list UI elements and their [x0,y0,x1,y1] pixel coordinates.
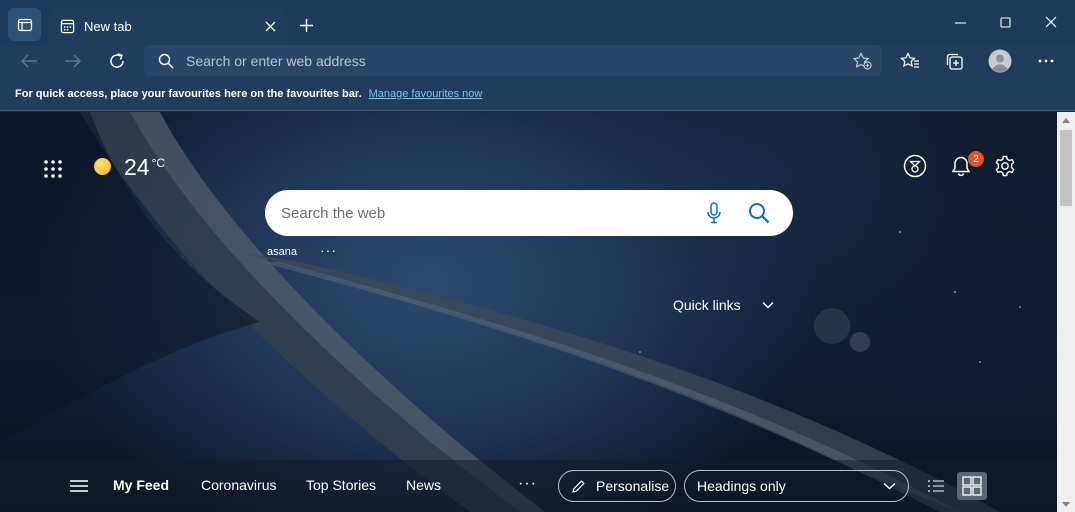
grid-view-icon [962,476,982,496]
weather-unit: °C [151,156,166,170]
back-icon [20,54,37,68]
window-close-button[interactable] [1034,8,1068,36]
hamburger-icon [70,480,88,492]
collections-button[interactable] [939,47,969,75]
profile-icon [988,49,1012,73]
favourites-button[interactable] [895,47,925,75]
tab-actions-button[interactable] [8,8,41,41]
top-sites-more-button[interactable]: ··· [320,242,337,258]
web-search-box[interactable]: Search the web [265,190,793,236]
add-favourite-button[interactable] [852,51,872,70]
weather-temperature: 24 [124,154,150,180]
newtab-page-icon [60,19,75,34]
more-icon [1038,59,1054,63]
close-tab-button[interactable] [262,19,278,35]
notification-count-badge: 2 [968,151,984,167]
feed-menu-button[interactable] [69,478,89,494]
web-search-placeholder: Search the web [281,204,386,222]
sun-icon [94,158,111,175]
weather-widget[interactable]: 24 °C [94,152,165,182]
grid-view-button[interactable] [957,472,987,500]
maximize-icon [999,16,1011,28]
scroll-down-arrow[interactable] [1057,496,1075,512]
list-view-button[interactable] [924,474,948,498]
collections-icon [946,53,963,70]
apps-launcher-button[interactable] [42,158,64,180]
quick-links-toggle[interactable]: Quick links [673,297,774,313]
quick-links-label: Quick links [673,297,741,313]
toolbar: Search or enter web address [0,45,1075,77]
tab-actions-icon [17,18,32,31]
personalise-label: Personalise [596,478,670,494]
apps-icon [44,160,62,178]
search-icon [749,203,770,224]
rewards-icon [903,154,927,178]
favourites-icon [900,52,919,68]
feed-tab-top-stories[interactable]: Top Stories [306,477,376,493]
plus-icon [299,18,313,32]
personalise-button[interactable]: Personalise [558,470,676,502]
refresh-icon [110,53,124,68]
search-icon [158,53,174,69]
search-submit-button[interactable] [747,201,771,225]
chevron-down-icon [883,482,896,490]
feed-tab-my-feed[interactable]: My Feed [113,477,169,493]
tab-title: New tab [84,19,132,34]
manage-favourites-link[interactable]: Manage favourites now [369,88,483,100]
content-layout-value: Headings only [697,478,786,494]
forward-button[interactable] [58,47,88,75]
new-tab-page: 24 °C 2 Search the web asana ··· Quick l… [0,112,1057,512]
voice-search-button[interactable] [702,201,726,225]
feed-tab-news[interactable]: News [406,477,441,493]
title-bar: New tab [0,0,1075,45]
list-view-icon [928,480,944,492]
scroll-up-arrow[interactable] [1057,112,1075,128]
feed-navigation-bar: My Feed Coronavirus Top Stories News ···… [0,460,1057,512]
microphone-icon [707,202,721,224]
rewards-button[interactable] [902,153,928,179]
window-close-icon [1045,16,1057,28]
page-scrollbar[interactable] [1057,112,1075,512]
profile-button[interactable] [985,47,1015,75]
forward-icon [65,54,82,68]
favourites-bar: For quick access, place your favourites … [0,77,1075,111]
close-icon [265,21,275,32]
feed-tab-coronavirus[interactable]: Coronavirus [201,477,276,493]
settings-and-more-button[interactable] [1031,47,1061,75]
chevron-down-icon [762,301,774,309]
tab-new-tab[interactable]: New tab [49,8,288,45]
top-site-asana[interactable]: asana [267,246,297,258]
gear-icon [995,155,1015,177]
address-placeholder: Search or enter web address [186,52,366,69]
address-bar[interactable]: Search or enter web address [144,45,882,76]
add-favourite-icon [852,51,872,70]
new-tab-button[interactable] [294,13,318,37]
scrollbar-thumb[interactable] [1060,130,1072,206]
minimize-button[interactable] [943,8,977,36]
maximize-button[interactable] [988,8,1022,36]
minimize-icon [954,21,966,24]
page-settings-button[interactable] [992,153,1018,179]
refresh-button[interactable] [102,47,132,75]
feed-more-tabs-button[interactable]: ··· [518,475,537,493]
content-layout-select[interactable]: Headings only [684,470,909,502]
favourites-bar-message: For quick access, place your favourites … [15,87,362,100]
back-button[interactable] [14,47,44,75]
pencil-icon [572,480,585,493]
